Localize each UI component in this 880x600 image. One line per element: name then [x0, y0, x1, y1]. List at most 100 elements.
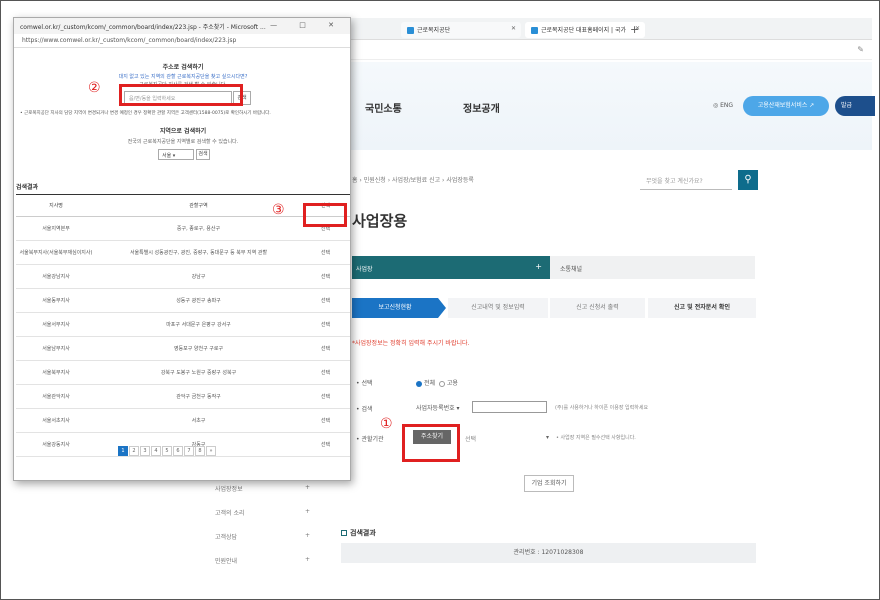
- notice-text: *사업장정보는 정확히 입력해 주시기 바랍니다.: [352, 340, 470, 347]
- issue-button[interactable]: 발급: [835, 96, 875, 116]
- nav-item-communication[interactable]: 국민소통: [365, 100, 402, 115]
- language-link[interactable]: ◎ ENG: [713, 102, 733, 109]
- page-button[interactable]: 3: [140, 446, 150, 456]
- search-type-select[interactable]: 사업자등록번호 ▾: [416, 403, 460, 412]
- highlight-box-2: [119, 84, 243, 106]
- popup-body: 주소로 검색하기 대지 없고 있는 지역의 관할 근로복지공단을 찾고 싶으시다…: [14, 48, 350, 478]
- tab-workplace[interactable]: 사업장 +: [352, 256, 550, 279]
- annotation-mark-3: ③: [272, 202, 285, 218]
- jurisdiction-dropdown[interactable]: 선택: [465, 434, 476, 443]
- search-label: • 검색: [356, 406, 373, 413]
- left-menu-item[interactable]: 고객의 소리 +: [215, 508, 310, 517]
- select-link[interactable]: 선택: [301, 384, 350, 409]
- close-icon[interactable]: ✕: [511, 25, 516, 32]
- step-1: 보고신청현황: [352, 298, 438, 318]
- table-cell: 중구, 종로구, 용산구: [96, 216, 301, 241]
- table-cell: 강남구: [96, 264, 301, 289]
- page-button[interactable]: 6: [173, 446, 183, 456]
- select-link[interactable]: 선택: [301, 264, 350, 289]
- table-cell: 마포구 서대문구 은평구 강서구: [96, 312, 301, 337]
- result-label: 검색결과: [16, 184, 39, 191]
- highlight-box-3: [303, 203, 347, 227]
- table-cell: 서울북부지사(서울북부재심이지사): [16, 240, 96, 265]
- plus-icon: +: [535, 262, 542, 271]
- table-row: 서울서초지사 서초구 선택: [16, 408, 350, 433]
- favicon-icon: [407, 27, 414, 34]
- table-row: 서울동부지사 성동구 광진구 송파구 선택: [16, 288, 350, 313]
- browser-tab-1[interactable]: 근로복지공단 ✕: [401, 22, 521, 38]
- section-region-hint: 전국의 근로복지공단을 지역별로 검색할 수 있습니다.: [127, 139, 239, 145]
- page-button[interactable]: 8: [195, 446, 205, 456]
- square-icon: [341, 530, 347, 536]
- left-menu-item[interactable]: 고객상담 +: [215, 532, 310, 541]
- tab-channel[interactable]: 소통채널: [550, 256, 755, 279]
- browser-tab-bar: 근로복지공단 ✕ 근로복지공단 대표홈페이지 | 국가 ✕ +: [345, 18, 872, 40]
- search-icon[interactable]: ⚲: [738, 170, 758, 190]
- plus-icon: +: [305, 556, 311, 563]
- result-table: 지사명 관할구역 선택 서울지역본부 중구, 종로구, 용산구 선택 서울북부지사(서…: [16, 194, 350, 457]
- page-button[interactable]: »: [206, 446, 216, 456]
- table-cell: 서울동부지사: [16, 288, 96, 313]
- plus-icon: +: [305, 532, 311, 539]
- section-address-title: 주소로 검색하기: [162, 64, 204, 71]
- table-cell: 서울특별시 성동광진구, 광진, 중랑구, 동대문구 등 북부 지역 관할: [96, 240, 301, 265]
- chevron-down-icon[interactable]: ▾: [546, 434, 549, 441]
- page-button[interactable]: 2: [129, 446, 139, 456]
- select-link[interactable]: 선택: [301, 360, 350, 385]
- page-button[interactable]: 1: [118, 446, 128, 456]
- select-link[interactable]: 선택: [301, 432, 350, 457]
- region-select[interactable]: 서울 ▾: [158, 149, 194, 160]
- radio-off-icon[interactable]: [438, 380, 445, 387]
- favicon-icon: [531, 27, 538, 34]
- table-row: 서울지역본부 중구, 종로구, 용산구 선택: [16, 216, 350, 241]
- select-link[interactable]: 선택: [301, 408, 350, 433]
- table-cell: 서울북부지사: [16, 360, 96, 385]
- helper-text: (주)를 사용하거나 하이픈 이용장 입력하세요: [555, 405, 649, 411]
- highlight-box-1: [402, 424, 460, 462]
- page-button[interactable]: 5: [162, 446, 172, 456]
- table-cell: 서울서부지사: [16, 312, 96, 337]
- pagination: 1 2 3 4 5 6 7 8»: [118, 446, 217, 456]
- popup-title-bar: comwel.or.kr/_custom/kcom/_common/board/…: [14, 18, 350, 34]
- result-bar: 관리번호 : 12071028308: [341, 543, 756, 563]
- pencil-icon[interactable]: ✎: [857, 45, 864, 54]
- left-menu-item[interactable]: 민원안내 +: [215, 556, 310, 565]
- table-cell: 서울강동지사: [16, 432, 96, 457]
- select-link[interactable]: 선택: [301, 240, 350, 265]
- table-row: 서울북부지사(서울북부재심이지사) 서울특별시 성동광진구, 광진, 중랑구, 동…: [16, 240, 350, 265]
- browser-address-bar[interactable]: ✎: [345, 40, 872, 60]
- select-link[interactable]: 선택: [301, 288, 350, 313]
- page-button[interactable]: 7: [184, 446, 194, 456]
- step-4: 신고 및 전자문서 확인: [648, 298, 756, 318]
- table-cell: 서울지역본부: [16, 216, 96, 241]
- radio-on-icon[interactable]: [416, 380, 422, 387]
- step-arrow-icon: [438, 298, 446, 318]
- nav-item-disclosure[interactable]: 정보공개: [463, 100, 500, 115]
- table-cell: 서울서초지사: [16, 408, 96, 433]
- left-menu-item[interactable]: 사업장정보 +: [215, 484, 310, 493]
- service-button[interactable]: 고용산재보험서비스 ↗: [743, 96, 829, 116]
- new-tab-button[interactable]: +: [630, 23, 639, 36]
- site-search-input[interactable]: 무엇을 찾고 계신가요?: [640, 170, 732, 190]
- popup-note: • 근로복지공단 지사의 담당 지역이 변경되거나 변경 예정인 경우 정확한 …: [20, 111, 271, 116]
- plus-icon: +: [305, 484, 311, 491]
- table-row: 서울남부지사 영등포구 양천구 구로구 선택: [16, 336, 350, 361]
- page-title: 사업장용: [352, 212, 408, 230]
- jurisdiction-label: • 관할기관: [356, 436, 384, 443]
- select-link[interactable]: 선택: [301, 336, 350, 361]
- page-button[interactable]: 4: [151, 446, 161, 456]
- breadcrumb: 홈 › 민원신청 › 사업장/보험료 신고 › 사업장등록: [352, 177, 474, 184]
- jurisdiction-helper: • 사업장 지역은 필수선택 사항입니다.: [556, 435, 636, 441]
- company-search-button[interactable]: 기업 조회하기: [524, 475, 574, 492]
- region-search-button[interactable]: 검색: [196, 149, 210, 160]
- table-row: 서울북부지사 강북구 도봉구 노원구 중랑구 성북구 선택: [16, 360, 350, 385]
- table-cell: 서울남부지사: [16, 336, 96, 361]
- table-cell: 강북구 도봉구 노원구 중랑구 성북구: [96, 360, 301, 385]
- select-link[interactable]: 선택: [301, 312, 350, 337]
- search-value-input[interactable]: [472, 401, 547, 413]
- window-controls[interactable]: — □ ✕: [270, 21, 344, 29]
- annotation-mark-2: ②: [88, 80, 101, 96]
- table-cell: 서초구: [96, 408, 301, 433]
- radio-group: 전체 고용: [416, 378, 458, 387]
- browser-tab-2[interactable]: 근로복지공단 대표홈페이지 | 국가 ✕: [525, 22, 645, 38]
